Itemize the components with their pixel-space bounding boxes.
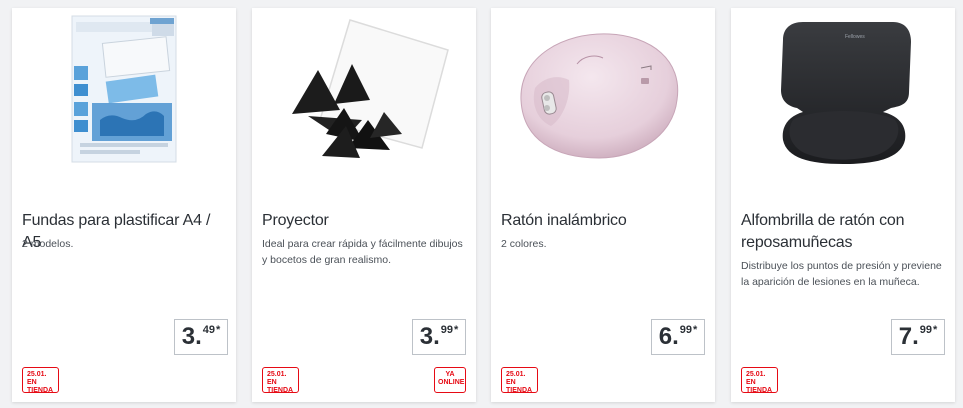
badge-label: TIENDA	[27, 387, 54, 394]
price-tag: 3. 99 *	[412, 319, 466, 355]
online-line2: ONLINE	[438, 379, 465, 386]
product-card[interactable]: Proyector Ideal para crear rápida y fáci…	[252, 8, 476, 402]
in-store-date-badge: 25.01. EN TIENDA	[501, 367, 538, 394]
price-asterisk: *	[692, 324, 698, 336]
in-store-date-badge: 25.01. EN TIENDA	[741, 367, 778, 394]
badge-date: 25.01.	[746, 371, 766, 378]
laminating-pouches-image[interactable]	[12, 8, 236, 178]
price-decimal: 49	[202, 324, 215, 336]
product-title[interactable]: Ratón inalámbrico	[501, 210, 705, 232]
in-store-date-badge: 25.01. EN TIENDA	[262, 367, 299, 394]
price-integer: 3.	[181, 323, 202, 350]
badge-label: TIENDA	[746, 387, 773, 394]
price-decimal: 99	[679, 324, 692, 336]
product-card[interactable]: Fundas para plastificar A4 / A5 2 modelo…	[12, 8, 236, 402]
product-title[interactable]: Proyector	[262, 210, 466, 232]
badge-suffix: EN	[27, 379, 37, 386]
price-asterisk: *	[932, 324, 938, 336]
badge-suffix: EN	[746, 379, 756, 386]
badge-date: 25.01.	[506, 371, 526, 378]
product-description: Distribuye los puntos de presión y previ…	[741, 260, 942, 288]
product-description: 2 colores.	[501, 238, 547, 250]
badge-date: 25.01.	[27, 371, 47, 378]
online-availability-badge: YA ONLINE	[434, 367, 466, 393]
online-line1: YA	[445, 371, 455, 378]
in-store-date-badge: 25.01. EN TIENDA	[22, 367, 59, 394]
price-integer: 6.	[658, 323, 679, 350]
badge-label: TIENDA	[506, 387, 533, 394]
price-tag: 6. 99 *	[651, 319, 705, 355]
price-tag: 3. 49 *	[174, 319, 228, 355]
mouse-pad-image[interactable]: Fellowes	[731, 8, 955, 178]
drawing-projector-image[interactable]	[252, 8, 476, 178]
badge-suffix: EN	[267, 379, 277, 386]
price-tag: 7. 99 *	[891, 319, 945, 355]
price-integer: 3.	[419, 323, 440, 350]
brand-logo: Fellowes	[845, 34, 865, 40]
badge-date: 25.01.	[267, 371, 287, 378]
product-description: 2 modelos.	[22, 238, 74, 250]
price-asterisk: *	[215, 324, 221, 336]
product-title[interactable]: Alfombrilla de ratón con reposamuñecas	[741, 210, 945, 254]
product-card[interactable]: Ratón inalámbrico 2 colores. 6. 99 * 25.…	[491, 8, 715, 402]
price-decimal: 99	[440, 324, 453, 336]
badge-label: TIENDA	[267, 387, 294, 394]
price-decimal: 99	[919, 324, 932, 336]
product-card[interactable]: Fellowes Alfombrilla de ratón con reposa…	[731, 8, 955, 402]
price-integer: 7.	[898, 323, 919, 350]
wireless-mouse-image[interactable]	[491, 8, 715, 178]
product-description: Ideal para crear rápida y fácilmente dib…	[262, 238, 463, 266]
price-asterisk: *	[453, 324, 459, 336]
badge-suffix: EN	[506, 379, 516, 386]
